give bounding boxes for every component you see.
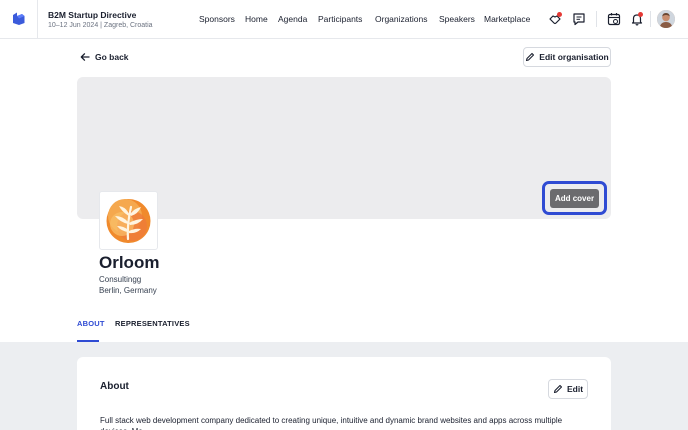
nav-participants[interactable]: Participants [318,14,362,24]
chat-icon[interactable] [572,12,586,26]
logo-icon [13,12,25,25]
about-description: Full stack web development company dedic… [100,416,563,430]
nav-marketplace[interactable]: Marketplace [484,14,530,24]
orloom-logo-image [106,199,151,243]
organization-name: Orloom [99,253,160,272]
pencil-icon [553,384,563,394]
top-bar: B2M Startup Directive 10–12 Jun 2024 | Z… [0,0,688,39]
tab-about[interactable]: ABOUT [77,319,105,328]
nav-sponsors[interactable]: Sponsors [199,14,235,24]
edit-organisation-label: Edit organisation [539,52,609,62]
tab-representatives[interactable]: REPRESENTATIVES [115,319,190,328]
handshake-notification-dot [557,12,562,17]
app-logo[interactable] [0,0,38,38]
calendar-icon[interactable] [607,12,621,26]
go-back-label: Go back [95,52,129,62]
nav-agenda[interactable]: Agenda [278,14,307,24]
toolbar-divider [596,11,597,27]
organization-logo [99,191,158,250]
edit-organisation-button[interactable]: Edit organisation [523,47,611,67]
user-avatar[interactable] [657,10,675,28]
add-cover-button[interactable]: Add cover [550,189,599,208]
bell-icon[interactable] [630,12,644,26]
edit-about-label: Edit [566,384,584,394]
about-heading: About [100,381,129,392]
event-subtitle: 10–12 Jun 2024 | Zagreb, Croatia [48,22,153,29]
nav-organizations[interactable]: Organizations [375,14,427,24]
bell-notification-dot [638,12,643,17]
nav-speakers[interactable]: Speakers [439,14,475,24]
go-back-link[interactable]: Go back [80,50,129,64]
nav-home[interactable]: Home [245,14,268,24]
organization-location: Berlin, Germany [99,286,157,295]
arrow-left-icon [80,53,90,61]
event-title: B2M Startup Directive [48,10,137,20]
toolbar-divider-2 [650,11,651,27]
handshake-icon[interactable] [548,12,562,26]
edit-about-button[interactable]: Edit [548,379,588,399]
organization-category: Consultingg [99,275,142,284]
pencil-icon [526,52,535,62]
